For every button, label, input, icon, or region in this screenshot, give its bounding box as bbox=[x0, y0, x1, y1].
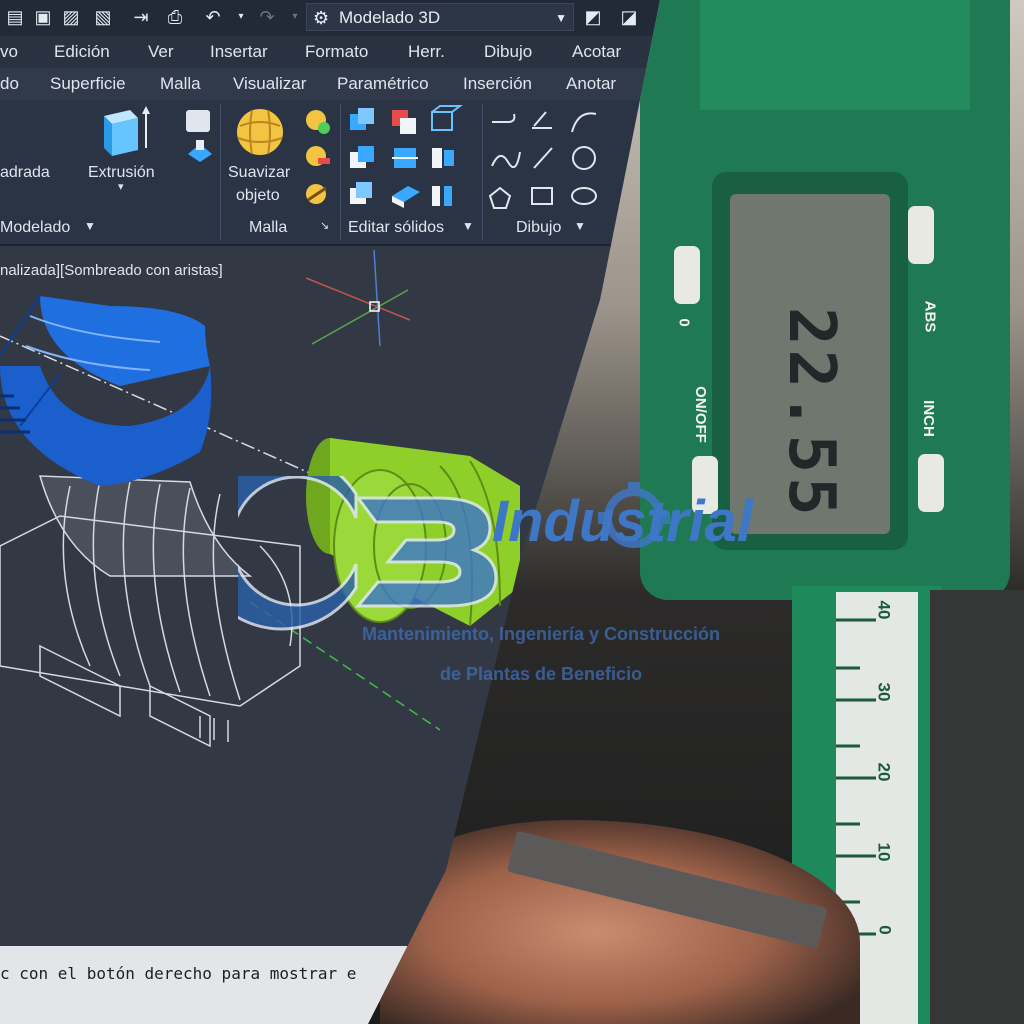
tab-anotar[interactable]: Anotar bbox=[566, 74, 616, 94]
mesh-refine-icon[interactable] bbox=[306, 110, 330, 134]
scale-label-40: 40 bbox=[874, 600, 894, 620]
tab-superficie[interactable]: Superficie bbox=[50, 74, 126, 94]
logo-wordmark: Industrial bbox=[492, 489, 754, 554]
menu-insertar[interactable]: Insertar bbox=[210, 42, 268, 62]
menu-acotar[interactable]: Acotar bbox=[572, 42, 621, 62]
save-as-icon[interactable]: ▨ bbox=[58, 4, 84, 30]
quick-access-toolbar: ▤ ▣ ▨ ▧ ⇥ ⎙ ↶ ▾ ↷ ▾ ⚙ Modelado 3D ▼ ◩ ◪ bbox=[0, 0, 660, 36]
workspace-label: Modelado 3D bbox=[339, 8, 441, 27]
zero-button-label: 0 bbox=[675, 318, 693, 327]
ucs-crosshair-icon bbox=[305, 249, 411, 347]
extract-edges-icon[interactable] bbox=[432, 148, 454, 168]
panel-dibujo-chevron-icon[interactable]: ▼ bbox=[574, 219, 586, 233]
polyline-icon[interactable] bbox=[492, 113, 516, 123]
ribbon-tab-bar: do Superficie Malla Visualizar Paramétri… bbox=[0, 68, 660, 100]
scale-label-0: 0 bbox=[875, 925, 895, 935]
scale-label-30: 30 bbox=[874, 682, 894, 702]
panel-malla-launcher-icon[interactable]: ↘ bbox=[320, 219, 329, 232]
gear-icon: ⚙ bbox=[313, 8, 330, 28]
mesh-reduce-icon[interactable] bbox=[306, 146, 330, 166]
command-line-text: c con el botón derecho para mostrar e bbox=[0, 964, 357, 983]
smooth-object-icon[interactable] bbox=[237, 109, 283, 155]
circle-icon[interactable] bbox=[572, 146, 596, 170]
line-icon[interactable] bbox=[533, 147, 553, 169]
share-icon[interactable]: ◩ bbox=[580, 4, 606, 30]
undo-dropdown-icon[interactable]: ▾ bbox=[228, 4, 254, 30]
blue-bushing-half bbox=[0, 295, 212, 486]
intersect-icon[interactable] bbox=[350, 146, 374, 168]
tab-solido[interactable]: do bbox=[0, 74, 19, 94]
save-icon[interactable]: ▣ bbox=[30, 4, 56, 30]
smooth-label-2[interactable]: objeto bbox=[236, 187, 280, 205]
caliper-rail bbox=[930, 590, 1024, 1024]
scale-label-10: 10 bbox=[874, 842, 894, 862]
on-off-label: ON/OFF bbox=[691, 386, 709, 443]
menu-ver[interactable]: Ver bbox=[148, 42, 174, 62]
smooth-label-1[interactable]: Suavizar bbox=[228, 164, 290, 182]
thicken-icon[interactable] bbox=[392, 186, 420, 208]
export-icon[interactable]: ⇥ bbox=[128, 4, 154, 30]
menu-bar: vo Edición Ver Insertar Formato Herr. Di… bbox=[0, 36, 660, 68]
separate-icon[interactable] bbox=[432, 186, 452, 206]
rectangle-icon[interactable] bbox=[531, 187, 553, 205]
ellipse-icon[interactable] bbox=[571, 187, 597, 205]
shell-icon[interactable] bbox=[350, 182, 372, 204]
presspull-icon[interactable] bbox=[186, 110, 210, 132]
menu-edicion[interactable]: Edición bbox=[54, 42, 110, 62]
spline-icon[interactable] bbox=[491, 151, 521, 169]
print-icon[interactable]: ⎙ bbox=[162, 4, 188, 30]
draw-tools bbox=[488, 111, 597, 209]
menu-formato[interactable]: Formato bbox=[305, 42, 368, 62]
web-mobile-icon[interactable]: ▧ bbox=[90, 4, 116, 30]
mesh-crease-icon[interactable] bbox=[306, 184, 327, 204]
chevron-down-icon: ▼ bbox=[555, 11, 567, 25]
tab-visualizar[interactable]: Visualizar bbox=[233, 74, 306, 94]
panel-label-editar-solidos[interactable]: Editar sólidos bbox=[348, 219, 444, 237]
render-icon[interactable]: ◪ bbox=[616, 4, 642, 30]
abs-label: ABS bbox=[921, 300, 939, 333]
panel-label-dibujo[interactable]: Dibujo bbox=[516, 219, 561, 237]
inch-label: INCH bbox=[919, 400, 937, 437]
lcd-reading: 22.55 bbox=[774, 307, 848, 520]
zero-button[interactable] bbox=[674, 246, 700, 304]
workspace-selector[interactable]: ⚙ Modelado 3D ▼ bbox=[306, 3, 574, 31]
tab-insercion[interactable]: Inserción bbox=[463, 74, 532, 94]
slice-icon[interactable] bbox=[392, 148, 418, 168]
helix-icon[interactable] bbox=[532, 111, 552, 129]
box-wire-icon[interactable] bbox=[431, 105, 463, 131]
panel-label-modelado[interactable]: Modelado bbox=[0, 219, 70, 237]
menu-archivo[interactable]: vo bbox=[0, 42, 18, 62]
polysolid-icon[interactable] bbox=[188, 140, 212, 162]
logo-tagline-1: Mantenimiento, Ingeniería y Construcción bbox=[362, 624, 721, 644]
panel-label-malla[interactable]: Malla bbox=[249, 219, 287, 237]
undo-icon[interactable]: ↶ bbox=[200, 4, 226, 30]
subtract-icon[interactable] bbox=[392, 110, 416, 134]
caliper-top bbox=[700, 0, 970, 110]
composite-image: ▤ ▣ ▨ ▧ ⇥ ⎙ ↶ ▾ ↷ ▾ ⚙ Modelado 3D ▼ ◩ ◪ … bbox=[0, 0, 1024, 1024]
tab-malla[interactable]: Malla bbox=[160, 74, 201, 94]
polygon-icon[interactable] bbox=[488, 186, 512, 209]
panel-divider bbox=[340, 104, 341, 240]
panel-editar-chevron-icon[interactable]: ▼ bbox=[462, 219, 474, 233]
union-icon[interactable] bbox=[350, 108, 374, 130]
redo-icon[interactable]: ↷ bbox=[254, 4, 280, 30]
tab-parametrico[interactable]: Paramétrico bbox=[337, 74, 429, 94]
logo-tagline-2: de Plantas de Beneficio bbox=[440, 664, 643, 684]
menu-herr[interactable]: Herr. bbox=[408, 42, 445, 62]
redo-dropdown-icon[interactable]: ▾ bbox=[282, 4, 308, 30]
menu-dibujo[interactable]: Dibujo bbox=[484, 42, 532, 62]
extrusion-icon[interactable] bbox=[104, 106, 150, 156]
inch-button[interactable] bbox=[918, 454, 944, 512]
scale-label-20: 20 bbox=[874, 762, 894, 782]
arc-icon[interactable] bbox=[571, 112, 597, 133]
extrusion-dropdown-icon[interactable]: ▾ bbox=[118, 180, 124, 193]
panel-divider bbox=[482, 104, 483, 240]
panel-divider bbox=[220, 104, 221, 240]
abs-button[interactable] bbox=[908, 206, 934, 264]
open-folder-icon[interactable]: ▤ bbox=[2, 4, 28, 30]
panel-modelado-chevron-icon[interactable]: ▼ bbox=[84, 219, 96, 233]
cuadrada-label[interactable]: adrada bbox=[0, 164, 50, 182]
